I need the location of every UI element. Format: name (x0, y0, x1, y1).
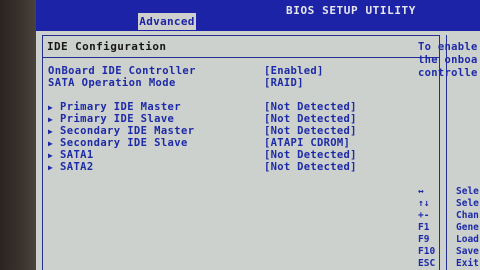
key-desc: Sele (456, 186, 479, 197)
setting-label: OnBoard IDE Controller (48, 65, 196, 77)
setting-sata-operation-mode[interactable]: SATA Operation Mode [RAID] (48, 77, 366, 89)
setting-value: [ATAPI CDROM] (264, 137, 351, 149)
page-title: IDE Configuration (47, 40, 167, 53)
setting-value[interactable]: [RAID] (264, 77, 304, 89)
key-arrows-ud: ↑↓ (418, 198, 430, 209)
submenu-arrow-icon: ▶ (48, 163, 54, 172)
setting-onboard-ide-controller[interactable]: OnBoard IDE Controller [Enabled] (48, 65, 366, 77)
setting-label: Primary IDE Slave (60, 113, 175, 125)
help-text: To enable the onboa controlle (418, 41, 478, 80)
setting-label: Primary IDE Master (60, 101, 181, 113)
setting-label: SATA Operation Mode (48, 77, 176, 89)
help-line: controlle (418, 67, 478, 79)
key-desc: Save (456, 246, 479, 257)
app-title: BIOS SETUP UTILITY (286, 4, 417, 17)
setting-value: [Not Detected] (264, 125, 357, 137)
setting-label: Secondary IDE Master (60, 125, 195, 137)
key-legend-row: ↑↓ Sele (418, 198, 479, 210)
key-f10: F10 (418, 246, 436, 257)
main-panel: IDE Configuration OnBoard IDE Controller… (36, 31, 480, 270)
key-desc: Chan (456, 210, 479, 221)
submenu-sata1[interactable]: ▶ SATA1 [Not Detected] (48, 149, 366, 161)
key-desc: Sele (456, 198, 479, 209)
setting-label: Secondary IDE Slave (60, 137, 188, 149)
tab-advanced[interactable]: Advanced (138, 13, 196, 30)
help-line: To enable (418, 41, 478, 53)
setting-value: [Not Detected] (264, 161, 357, 173)
key-desc: Gene (456, 222, 479, 233)
key-esc: ESC (418, 258, 436, 269)
key-legend-row: F1 Gene (418, 222, 479, 234)
key-legend-row: ESC Exit (418, 258, 479, 270)
key-arrows-lr: ↔ (418, 186, 424, 197)
key-f9: F9 (418, 234, 430, 245)
key-legend: ↔ Sele ↑↓ Sele +- Chan F1 Gene F9 Load F10 Sav… (418, 186, 479, 270)
key-plus-minus: +- (418, 210, 430, 221)
submenu-primary-ide-master[interactable]: ▶ Primary IDE Master [Not Detected] (48, 101, 366, 113)
setting-label: SATA1 (60, 149, 94, 161)
setting-value: [Not Detected] (264, 149, 357, 161)
help-line: the onboa (418, 54, 478, 66)
title-bar: Advanced BIOS SETUP UTILITY (36, 0, 480, 31)
submenu-sata2[interactable]: ▶ SATA2 [Not Detected] (48, 161, 366, 173)
setting-value: [Not Detected] (264, 113, 357, 125)
key-desc: Exit (456, 258, 479, 269)
monitor-bezel (0, 0, 36, 270)
key-f1: F1 (418, 222, 430, 233)
setting-value: [Not Detected] (264, 101, 357, 113)
key-legend-row: F9 Load (418, 234, 479, 246)
setting-label: SATA2 (60, 161, 94, 173)
submenu-primary-ide-slave[interactable]: ▶ Primary IDE Slave [Not Detected] (48, 113, 366, 125)
key-desc: Load (456, 234, 479, 245)
key-legend-row: +- Chan (418, 210, 479, 222)
submenu-secondary-ide-slave[interactable]: ▶ Secondary IDE Slave [ATAPI CDROM] (48, 137, 366, 149)
setting-value[interactable]: [Enabled] (264, 65, 324, 77)
submenu-secondary-ide-master[interactable]: ▶ Secondary IDE Master [Not Detected] (48, 125, 366, 137)
key-legend-row: ↔ Sele (418, 186, 479, 198)
bios-screen: Advanced BIOS SETUP UTILITY IDE Configur… (0, 0, 480, 270)
title-divider (42, 57, 440, 58)
key-legend-row: F10 Save (418, 246, 479, 258)
